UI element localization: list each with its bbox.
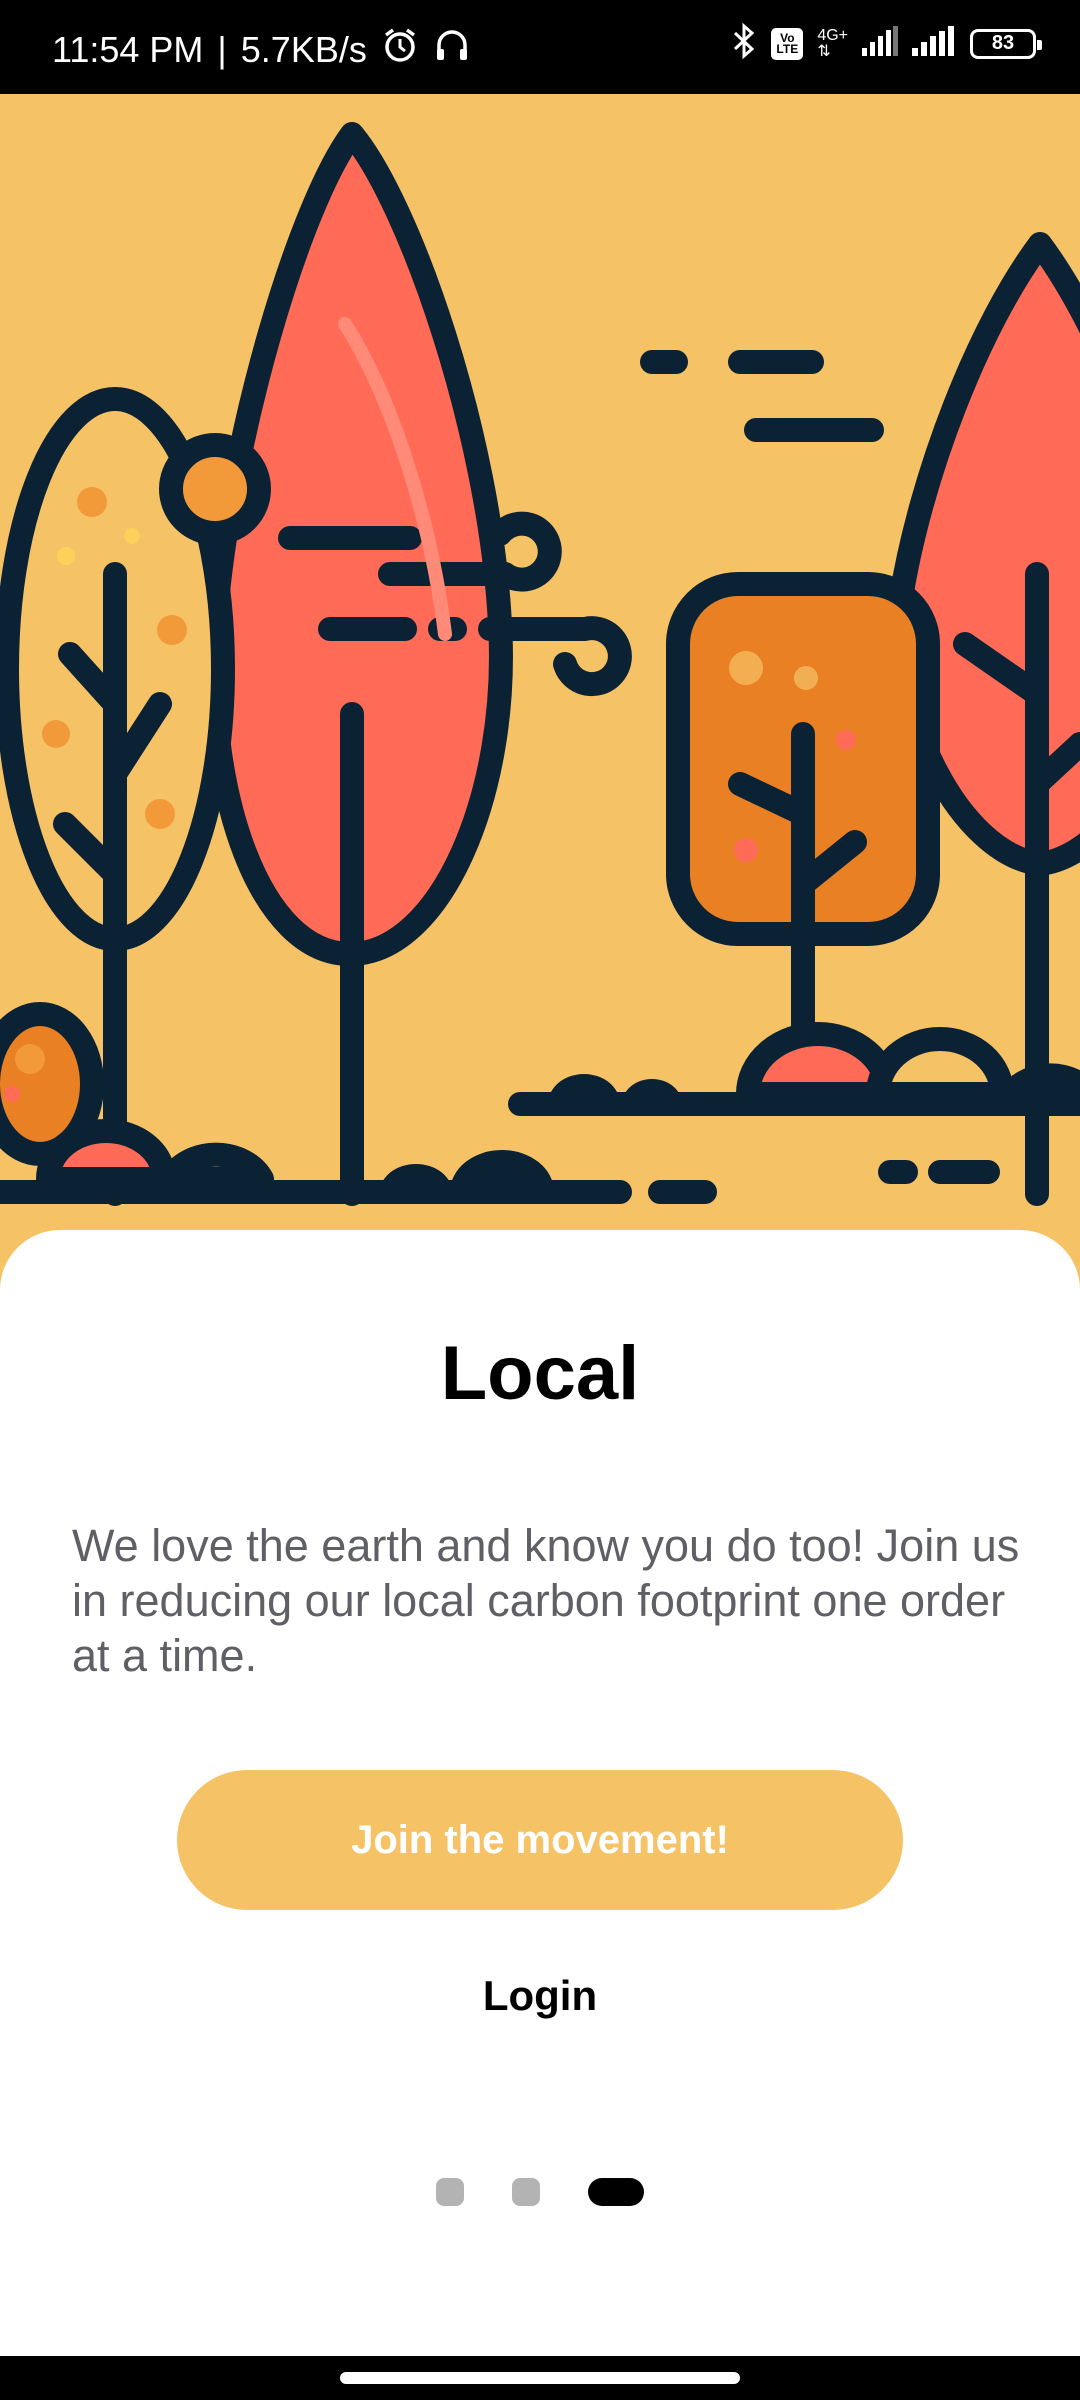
login-link[interactable]: Login (0, 1972, 1080, 2020)
page-description: We love the earth and know you do too! J… (72, 1520, 1020, 1681)
page-title: Local (440, 1331, 640, 1416)
battery-level: 83 (991, 32, 1015, 54)
data-arrows-icon: ⇅ (817, 42, 831, 60)
status-bar: 11:54 PM | 5.7KB/s Vo LTE 4G+ ⇅ 83 (0, 0, 1080, 94)
home-indicator[interactable] (340, 2372, 740, 2384)
headset-icon (433, 26, 471, 73)
network-type: 4G+ ⇅ (817, 26, 848, 60)
navigation-bar (0, 2356, 1080, 2400)
page-indicator (0, 2178, 1080, 2206)
status-time: 11:54 PM (52, 28, 204, 70)
page-dot-3-active[interactable] (588, 2178, 644, 2206)
battery-icon: 83 (970, 28, 1042, 59)
status-separator: | (217, 28, 227, 70)
status-right: Vo LTE 4G+ ⇅ 83 (731, 22, 1042, 65)
forest-illustration (0, 94, 1080, 1294)
bluetooth-icon (731, 22, 757, 65)
network-type-label: 4G+ (817, 26, 848, 44)
status-network-speed: 5.7KB/s (240, 28, 367, 70)
page-dot-1[interactable] (436, 2178, 464, 2206)
volte-icon: Vo LTE (771, 27, 804, 60)
onboarding-screen: 11:54 PM | 5.7KB/s Vo LTE 4G+ ⇅ 83 Local… (0, 0, 1080, 2400)
join-movement-button[interactable]: Join the movement! (177, 1770, 903, 1910)
alarm-icon (381, 26, 419, 73)
signal-icon (912, 26, 956, 61)
page-dot-2[interactable] (512, 2178, 540, 2206)
onboarding-card: Local We love the earth and know you do … (0, 1230, 1080, 2356)
trees-illustration (0, 122, 1080, 1206)
status-left: 11:54 PM | 5.7KB/s (52, 26, 471, 73)
signal-icon (862, 26, 898, 61)
